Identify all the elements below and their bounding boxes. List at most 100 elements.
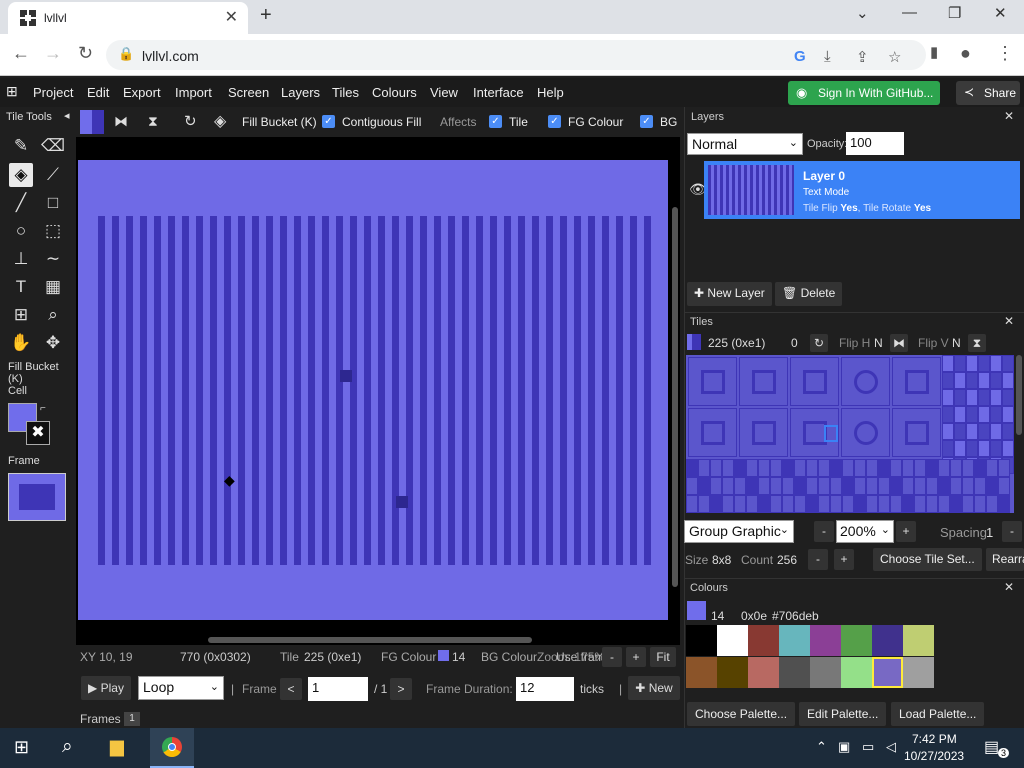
window-restore-icon[interactable]: ❐ (948, 4, 961, 22)
tileset-tile[interactable] (722, 495, 734, 513)
tileset-tile[interactable] (1002, 372, 1014, 389)
tileset-tile[interactable] (878, 477, 890, 495)
side-panel-icon[interactable]: ▮ (930, 43, 938, 61)
palette-swatch[interactable] (903, 657, 934, 688)
frames-count[interactable]: 1 (124, 712, 140, 726)
tileset-tile[interactable] (866, 459, 878, 477)
new-frame-button[interactable]: ✚ New (628, 676, 680, 700)
selected-tile[interactable] (824, 425, 838, 442)
tileset-tile[interactable] (890, 459, 902, 477)
chrome-menu-icon[interactable]: ⋮ (996, 43, 1014, 64)
tileset-tile[interactable] (734, 459, 746, 477)
file-explorer-icon[interactable]: ▆ (110, 736, 124, 757)
menu-tiles[interactable]: Tiles (332, 85, 359, 100)
menu-help[interactable]: Help (537, 85, 564, 100)
zoom-out-button[interactable]: - (602, 647, 622, 667)
count-minus-button[interactable]: - (808, 549, 828, 570)
choose-palette-button[interactable]: Choose Palette... (687, 702, 796, 726)
tileset-tile[interactable] (938, 459, 950, 477)
tileset-tile[interactable] (842, 459, 854, 477)
tileset-tile[interactable] (866, 495, 878, 513)
tiles-close-icon[interactable]: ✕ (1004, 314, 1014, 328)
tileset-tile[interactable] (990, 406, 1002, 423)
profile-avatar-icon[interactable]: ● (960, 43, 971, 64)
tileset-tile[interactable] (938, 477, 950, 495)
tileset-tile[interactable] (734, 477, 746, 495)
vertical-scrollbar[interactable] (672, 207, 678, 587)
choose-tileset-button[interactable]: Choose Tile Set... (873, 548, 982, 571)
palette-swatch[interactable] (841, 625, 872, 656)
install-icon[interactable]: ⤓ (824, 48, 831, 65)
tileset-tile[interactable] (990, 355, 1002, 372)
tileset-tile[interactable] (710, 495, 722, 513)
tileset-tile[interactable] (818, 477, 830, 495)
tileset-tile[interactable] (794, 495, 806, 513)
tileset-tile[interactable] (990, 389, 1002, 406)
affects-bg-checkbox[interactable]: ✓ (640, 115, 653, 128)
tile-zoom-select[interactable]: 200% ⌄ (836, 520, 894, 543)
new-layer-button[interactable]: ✚ New Layer (687, 282, 772, 306)
app-logo-icon[interactable]: ⊞ (6, 83, 18, 100)
clock-date[interactable]: 10/27/2023 (904, 749, 964, 763)
palette-swatch[interactable] (717, 657, 748, 688)
tileset-tile[interactable] (986, 459, 998, 477)
window-close-icon[interactable]: ✕ (994, 4, 1007, 22)
tileset-tile[interactable] (830, 459, 842, 477)
tileset-tile[interactable] (954, 372, 966, 389)
drawing-canvas[interactable]: ◆ (78, 160, 668, 620)
flip-h-icon[interactable]: ⧓ (890, 334, 908, 352)
tileset-tile[interactable] (890, 477, 902, 495)
menu-colours[interactable]: Colours (372, 85, 417, 100)
tileset-tile[interactable] (998, 477, 1010, 495)
tileset-tile[interactable] (854, 477, 866, 495)
tileset-tile[interactable] (914, 495, 926, 513)
menu-project[interactable]: Project (33, 85, 73, 100)
tileset-tile[interactable] (966, 440, 978, 457)
tileset-scrollbar[interactable] (1016, 355, 1022, 435)
tileset-tile[interactable] (902, 495, 914, 513)
tileset-tile[interactable] (962, 459, 974, 477)
tileset-tile[interactable] (954, 406, 966, 423)
tileset-tile[interactable] (986, 495, 998, 513)
tileset-tile[interactable] (990, 423, 1002, 440)
tileset-tile[interactable] (770, 477, 782, 495)
tileset-tile[interactable] (978, 406, 990, 423)
tileset-tile[interactable] (794, 459, 806, 477)
line-icon[interactable]: ╱ (9, 191, 33, 215)
edit-palette-button[interactable]: Edit Palette... (799, 702, 887, 726)
tileset-tile[interactable] (758, 477, 770, 495)
palette-swatch[interactable] (872, 625, 903, 656)
tileset-tile[interactable] (830, 477, 842, 495)
tileset-tile[interactable] (746, 495, 758, 513)
delete-layer-button[interactable]: 🗑 Delete (775, 282, 843, 306)
tileset-tile[interactable] (938, 495, 950, 513)
tileset-tile[interactable] (698, 459, 710, 477)
tileset-tile[interactable] (722, 459, 734, 477)
blend-mode-select[interactable]: Normal ⌄ (687, 133, 803, 155)
tileset-tile[interactable] (1002, 355, 1014, 372)
tileset-tile[interactable] (942, 372, 954, 389)
tileset-tile[interactable] (794, 477, 806, 495)
flip-vertical-icon[interactable]: ⧗ (148, 113, 158, 130)
volume-icon[interactable]: ◁ (886, 739, 896, 755)
tileset-tile[interactable] (978, 423, 990, 440)
omnibox[interactable]: 🔒 lvllvl.com G ⤓ ⇪ ☆ (106, 40, 926, 70)
colours-close-icon[interactable]: ✕ (1004, 580, 1014, 594)
google-icon[interactable]: G (794, 48, 806, 65)
palette-swatch[interactable] (841, 657, 872, 688)
tileset-tile[interactable] (950, 459, 962, 477)
palette-swatch[interactable] (810, 657, 841, 688)
tileset-tile[interactable] (770, 495, 782, 513)
tile-zoom-in-button[interactable]: + (896, 521, 916, 542)
tileset-tile[interactable] (962, 495, 974, 513)
menu-screen[interactable]: Screen (228, 85, 269, 100)
menu-import[interactable]: Import (175, 85, 212, 100)
tileset-tile[interactable] (686, 477, 698, 495)
collapse-tools-icon[interactable]: ◂ (64, 109, 70, 122)
tileset-tile[interactable] (841, 357, 890, 406)
affects-fg-checkbox[interactable]: ✓ (548, 115, 561, 128)
swap-icon[interactable]: ⌐ (40, 403, 46, 414)
tileset-tile[interactable] (986, 477, 998, 495)
tileset-tile[interactable] (978, 389, 990, 406)
tileset-tile[interactable] (818, 495, 830, 513)
